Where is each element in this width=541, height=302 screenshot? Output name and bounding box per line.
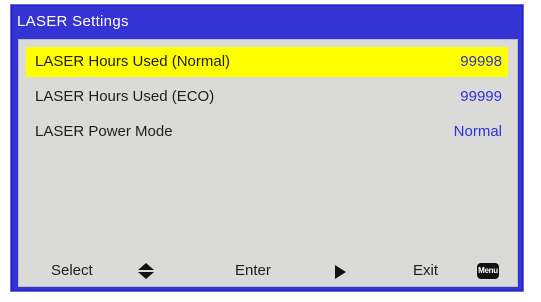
select-hint-label: Select: [51, 262, 93, 279]
row-value: Normal: [453, 123, 502, 140]
settings-panel: LASER Hours Used (Normal) 99998 LASER Ho…: [18, 39, 518, 287]
right-arrow-icon: [333, 263, 347, 279]
window-title: LASER Settings: [17, 13, 129, 30]
row-value: 99998: [460, 53, 502, 70]
row-label: LASER Hours Used (ECO): [35, 88, 215, 105]
row-label: LASER Power Mode: [35, 123, 173, 140]
menu-row-laser-power-mode[interactable]: LASER Power Mode Normal: [26, 117, 508, 147]
row-value: 99999: [460, 88, 502, 105]
osd-window: LASER Settings LASER Hours Used (Normal)…: [10, 4, 524, 292]
enter-hint-label: Enter: [235, 262, 271, 279]
row-label: LASER Hours Used (Normal): [35, 53, 231, 70]
help-bar: Select Enter Exit Menu: [19, 258, 517, 284]
up-down-arrows-icon: [137, 262, 155, 280]
exit-hint-label: Exit: [413, 262, 439, 279]
menu-row-laser-hours-normal[interactable]: LASER Hours Used (Normal) 99998: [26, 47, 508, 77]
menu-button-icon: Menu: [477, 263, 499, 279]
menu-row-laser-hours-eco[interactable]: LASER Hours Used (ECO) 99999: [26, 82, 508, 112]
